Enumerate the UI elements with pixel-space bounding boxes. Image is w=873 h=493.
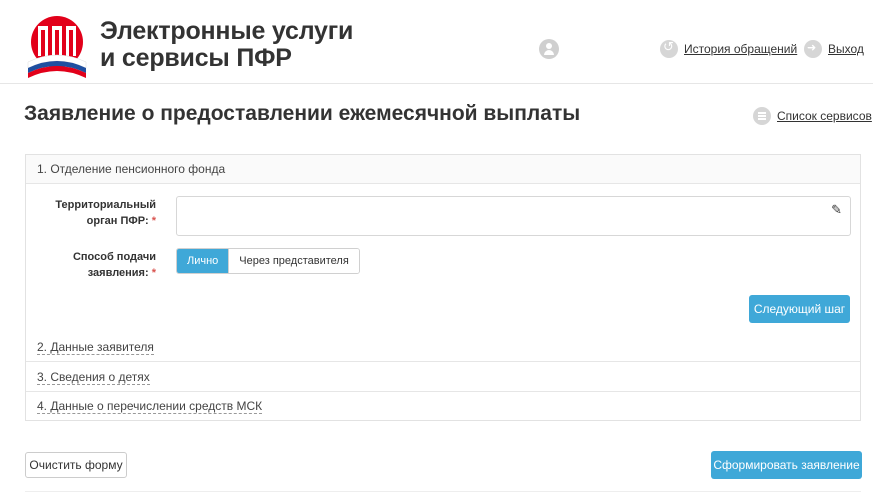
section-applicant-data[interactable]: 2. Данные заявителя <box>26 333 860 362</box>
section-label: 3. Сведения о детях <box>37 370 150 385</box>
section-children-info[interactable]: 3. Сведения о детях <box>26 363 860 392</box>
org-label-line-2: орган ПФР: <box>86 215 149 227</box>
history-link[interactable]: История обращений <box>660 39 797 59</box>
section-label: 2. Данные заявителя <box>37 340 154 355</box>
history-icon <box>660 40 678 58</box>
submit-application-button[interactable]: Сформировать заявление <box>711 451 862 479</box>
list-icon <box>753 107 771 125</box>
services-list-link[interactable]: Список сервисов <box>753 106 872 126</box>
exit-link-label: Выход <box>828 42 864 56</box>
method-label-line-2: заявления: <box>87 267 149 279</box>
next-step-button[interactable]: Следующий шаг <box>749 295 850 323</box>
user-icon[interactable] <box>539 39 559 59</box>
pencil-icon[interactable]: ✎ <box>831 203 842 218</box>
method-toggle: Лично Через представителя <box>176 248 360 274</box>
required-mark: * <box>151 215 156 227</box>
brand-line-1: Электронные услуги <box>100 17 354 45</box>
history-link-label: История обращений <box>684 42 798 56</box>
section-msk-transfer[interactable]: 4. Данные о перечислении средств МСК <box>26 392 860 421</box>
page-title: Заявление о предоставлении ежемесячной в… <box>24 102 581 125</box>
site-header: Электронные услуги и сервисы ПФР История… <box>0 0 873 84</box>
clear-form-button[interactable]: Очистить форму <box>25 452 127 478</box>
application-accordion: 1. Отделение пенсионного фонда Территори… <box>25 154 861 421</box>
exit-icon <box>804 40 822 58</box>
services-list-label: Список сервисов <box>777 109 872 123</box>
brand-line-2: и сервисы ПФР <box>100 44 292 72</box>
org-label-line-1: Территориальный <box>55 199 156 211</box>
method-option-in-person[interactable]: Лично <box>177 249 229 273</box>
divider <box>25 491 861 492</box>
method-label-line-1: Способ подачи <box>72 251 156 263</box>
section-label: 4. Данные о перечислении средств МСК <box>37 399 263 414</box>
pfr-logo-icon[interactable] <box>24 12 90 78</box>
exit-link[interactable]: Выход <box>804 39 864 59</box>
org-field-label: Территориальный орган ПФР: * <box>46 197 156 229</box>
brand-title: Электронные услуги и сервисы ПФР <box>100 18 353 72</box>
method-option-representative[interactable]: Через представителя <box>228 249 359 273</box>
section-pfr-office[interactable]: 1. Отделение пенсионного фонда <box>26 155 860 184</box>
section-label: 1. Отделение пенсионного фонда <box>37 162 226 176</box>
method-field-label: Способ подачи заявления: * <box>46 249 156 281</box>
org-pfr-input[interactable]: ✎ <box>176 196 851 236</box>
required-mark: * <box>151 267 156 279</box>
